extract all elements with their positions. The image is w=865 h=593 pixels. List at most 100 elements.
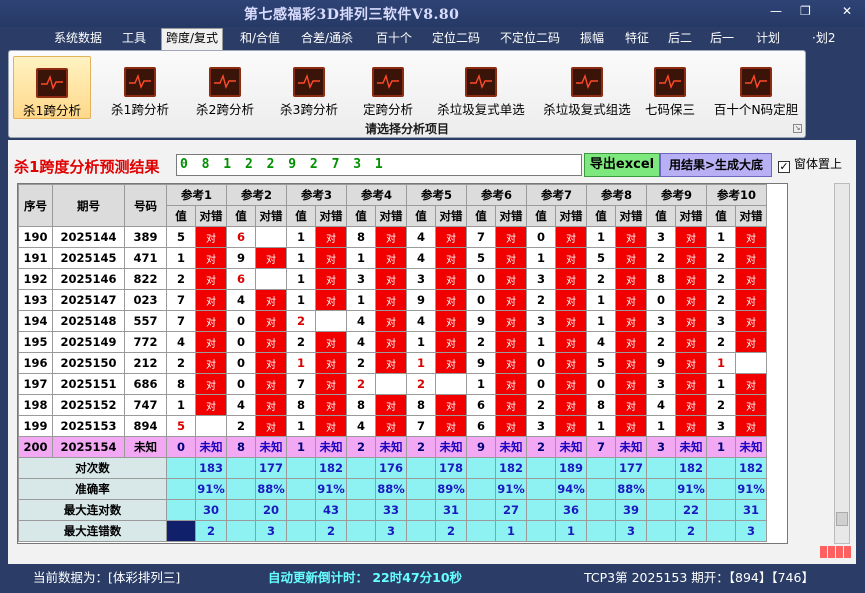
ref-value: 2 — [706, 394, 736, 416]
ref-value: 9 — [406, 289, 436, 311]
table-row[interactable]: 191 2025145 471 1 对 9 对 1 对 1 对 4 对 5 对 1 对 5 对 2 对 2 对 — [18, 247, 767, 269]
ribbon-button[interactable]: 杀2跨分析 — [187, 56, 263, 119]
stat-value: 43 — [315, 499, 347, 521]
ref-result: 对 — [435, 247, 467, 269]
menu-item[interactable]: 百十个 — [372, 29, 416, 49]
pending-value: 0 — [166, 436, 196, 458]
table-row[interactable]: 193 2025147 023 7 对 4 对 1 对 1 对 9 对 0 对 2 对 1 对 0 对 2 对 — [18, 289, 767, 311]
ref-result: 对 — [315, 331, 347, 353]
table-row[interactable]: 198 2025152 747 1 对 4 对 8 对 8 对 8 对 6 对 2 对 8 对 4 对 2 对 — [18, 394, 767, 416]
stat-value: 94% — [555, 478, 587, 500]
scroll-thumb[interactable] — [836, 512, 848, 526]
pending-unknown: 未知 — [735, 436, 767, 458]
ref-header: 参考6 — [466, 184, 527, 206]
stat-value: 177 — [255, 457, 287, 479]
pending-unknown: 未知 — [255, 436, 287, 458]
ribbon-button[interactable]: 百十个N码定胆 — [707, 56, 805, 119]
ribbon-button[interactable]: 定跨分析 — [356, 56, 420, 119]
ref-value: 0 — [526, 226, 556, 248]
menu-item[interactable]: ·划2 — [808, 29, 839, 49]
export-excel-button[interactable]: 导出excel — [584, 153, 660, 177]
stat-value: 1 — [495, 520, 527, 542]
menu-item[interactable]: 后一 — [706, 29, 738, 49]
ref-result: 对 — [735, 394, 767, 416]
ref-header: 参考7 — [526, 184, 587, 206]
row-issue: 2025145 — [52, 247, 125, 269]
ribbon-button[interactable]: 杀1跨分析 — [102, 56, 178, 119]
ref-value: 2 — [706, 289, 736, 311]
ref-value: 7 — [406, 415, 436, 437]
stat-value: 182 — [675, 457, 707, 479]
resize-grip[interactable] — [820, 546, 856, 560]
close-button[interactable]: ✕ — [842, 4, 852, 18]
chart-line-icon — [372, 67, 404, 97]
ribbon-button[interactable]: 七码保三 — [638, 56, 702, 119]
table-row[interactable]: 199 2025153 894 5 2 对 1 对 4 对 7 对 6 对 3 对 1 对 1 对 3 对 — [18, 415, 767, 437]
ref-value: 1 — [526, 247, 556, 269]
ref-value: 5 — [586, 247, 616, 269]
ribbon-button[interactable]: 杀垃圾复式组选 — [536, 56, 638, 119]
chart-line-icon — [36, 68, 68, 98]
menu-item[interactable]: 后二 — [664, 29, 696, 49]
analysis-panel: 杀1跨度分析预测结果 0 8 1 2 2 9 2 7 3 1 导出excel 用… — [8, 140, 856, 564]
stat-empty — [346, 499, 376, 521]
ref-value: 4 — [406, 310, 436, 332]
table-row[interactable]: 196 2025150 212 2 对 0 对 1 对 2 对 1 对 9 对 0 对 5 对 9 对 1 — [18, 352, 767, 374]
ref-result: 对 — [735, 415, 767, 437]
table-row[interactable]: 192 2025146 822 2 对 6 1 对 3 对 3 对 0 对 3 对 2 对 8 对 2 对 — [18, 268, 767, 290]
ref-result: 对 — [555, 352, 587, 374]
pending-unknown: 未知 — [375, 436, 407, 458]
table-row[interactable]: 195 2025149 772 4 对 0 对 2 对 4 对 1 对 2 对 1 对 4 对 2 对 2 对 — [18, 331, 767, 353]
ref-result: 对 — [615, 247, 647, 269]
ref-value: 2 — [646, 247, 676, 269]
pending-row[interactable]: 200 2025154 未知 0 未知 8 未知 1 未知 2 未知 2 未知 9 未知 2 未知 7 未知 3 未知 1… — [18, 436, 767, 458]
stat-empty — [166, 520, 196, 542]
stat-value: 88% — [615, 478, 647, 500]
menu-item[interactable]: 特征 — [621, 29, 653, 49]
ribbon-button[interactable]: 杀垃圾复式单选 — [429, 56, 533, 119]
menu-item[interactable]: 跨度/复式 — [161, 28, 224, 50]
generate-base-button[interactable]: 用结果>生成大底 — [660, 153, 772, 177]
ref-value: 4 — [226, 289, 256, 311]
pending-unknown: 未知 — [435, 436, 467, 458]
correct-subheader: 对错 — [495, 205, 527, 227]
ref-result: 对 — [735, 373, 767, 395]
ribbon-button[interactable]: 杀1跨分析 — [13, 56, 91, 119]
ref-result: 对 — [495, 331, 527, 353]
menu-item[interactable]: 工具 — [118, 29, 150, 49]
ref-result: 对 — [195, 394, 227, 416]
stat-value: 183 — [195, 457, 227, 479]
ref-value: 9 — [226, 247, 256, 269]
result-field[interactable]: 0 8 1 2 2 9 2 7 3 1 — [176, 154, 582, 176]
table-row[interactable]: 194 2025148 557 7 对 0 对 2 4 对 4 对 9 对 3 对 1 对 3 对 3 对 — [18, 310, 767, 332]
minimize-button[interactable]: — — [770, 4, 782, 18]
ribbon-button-label: 杀1跨分析 — [23, 103, 81, 118]
menu-item[interactable]: 定位二码 — [428, 29, 484, 49]
table-row[interactable]: 190 2025144 389 5 对 6 1 对 8 对 4 对 7 对 0 对 1 对 3 对 1 对 — [18, 226, 767, 248]
vertical-scrollbar[interactable] — [834, 183, 850, 544]
ref-result: 对 — [255, 415, 287, 437]
restore-button[interactable]: ❐ — [800, 4, 811, 18]
pending-value: 2 — [406, 436, 436, 458]
checkbox-box[interactable]: ✓ — [778, 161, 790, 173]
stat-value: 182 — [495, 457, 527, 479]
menu-item[interactable]: 合差/通杀 — [297, 29, 357, 49]
ref-result: 对 — [315, 373, 347, 395]
ribbon-button[interactable]: 杀3跨分析 — [271, 56, 347, 119]
menu-item[interactable]: 计划 — [752, 29, 784, 49]
stat-empty — [466, 499, 496, 521]
menu-item[interactable]: 振幅 — [576, 29, 608, 49]
stat-value: 31 — [435, 499, 467, 521]
table-row[interactable]: 197 2025151 686 8 对 0 对 7 对 2 2 1 对 0 对 0 对 3 对 1 对 — [18, 373, 767, 395]
topmost-checkbox[interactable]: ✓ 窗体置上 — [778, 155, 842, 173]
stat-empty — [466, 478, 496, 500]
menu-item[interactable]: 系统数据 — [50, 29, 106, 49]
ribbon-expand-icon[interactable]: ↘ — [793, 124, 802, 133]
ref-value: 2 — [286, 310, 316, 332]
menu-item[interactable]: 和/合值 — [236, 29, 284, 49]
ref-value: 3 — [646, 310, 676, 332]
menu-item[interactable]: 不定位二码 — [496, 29, 564, 49]
ref-value: 2 — [406, 373, 436, 395]
stat-empty — [286, 520, 316, 542]
stat-value: 176 — [375, 457, 407, 479]
